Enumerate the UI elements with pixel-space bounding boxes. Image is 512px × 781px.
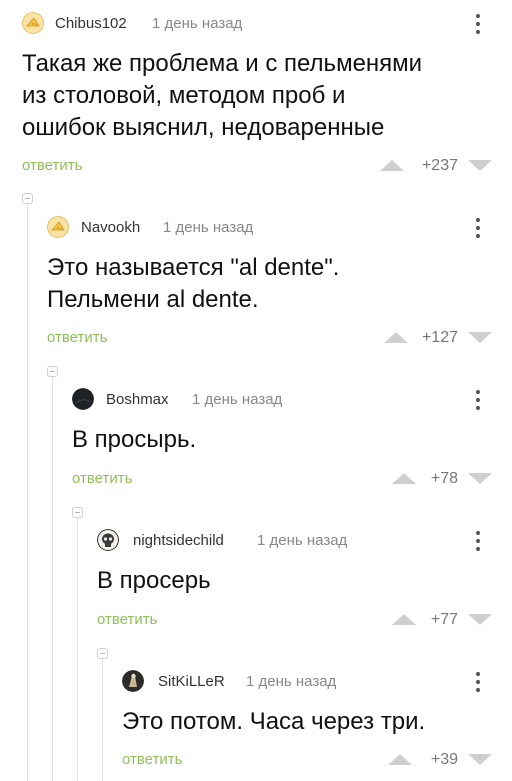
comment-author[interactable]: nightsidechild (133, 532, 224, 549)
comment-author[interactable]: SitKiLLeR (158, 673, 225, 690)
more-options-icon[interactable] (474, 13, 482, 35)
comment-text-line: Такая же проблема и с пельменями (22, 50, 423, 77)
comment-rating: +78 (430, 470, 458, 487)
reply-button[interactable]: ответить (122, 751, 182, 768)
comment-text-line: Это называется "al dente". (47, 254, 340, 281)
reply-button[interactable]: ответить (22, 157, 82, 174)
comment-text-line: из столовой, методом проб и (22, 82, 346, 109)
comment-time: 1 день назад (152, 15, 243, 32)
comment-time: 1 день назад (163, 219, 254, 236)
collapse-toggle[interactable] (97, 648, 108, 659)
more-options-icon[interactable] (474, 530, 482, 552)
collapse-toggle[interactable] (47, 366, 58, 377)
collapse-toggle[interactable] (72, 507, 83, 518)
comment-rating: +39 (430, 751, 458, 768)
comment-rating: +237 (421, 157, 458, 174)
comment-text-line: В просырь. (72, 426, 197, 453)
comment-text-line: Это потом. Часа через три. (122, 708, 426, 735)
upvote-arrow-icon[interactable] (380, 160, 404, 171)
comment-time: 1 день назад (246, 673, 337, 690)
comment-rating: +77 (430, 611, 458, 628)
comment-author[interactable]: Chibus102 (55, 15, 127, 32)
comment-rating: +127 (421, 329, 458, 346)
comment-time: 1 день назад (257, 532, 348, 549)
thread-line-level-2 (52, 376, 53, 781)
downvote-arrow-icon[interactable] (468, 332, 492, 343)
more-options-icon[interactable] (474, 671, 482, 693)
thread-line-level-1 (27, 204, 28, 781)
collapse-toggle[interactable] (22, 193, 33, 204)
comment-author[interactable]: Navookh (81, 219, 140, 236)
comment-time: 1 день назад (192, 391, 283, 408)
comment-author[interactable]: Boshmax (106, 391, 169, 408)
downvote-arrow-icon[interactable] (468, 754, 492, 765)
skull-avatar-icon[interactable] (97, 529, 119, 551)
dark-avatar-icon[interactable] (72, 388, 94, 410)
comment-text-line: Пельмени al dente. (47, 286, 259, 313)
more-options-icon[interactable] (474, 217, 482, 239)
comment-text-line: ошибок выяснил, недоваренные (22, 114, 385, 141)
more-options-icon[interactable] (474, 389, 482, 411)
thread-line-level-3 (77, 517, 78, 781)
comment-text-line: В просерь (97, 567, 211, 594)
upvote-arrow-icon[interactable] (384, 332, 408, 343)
upvote-arrow-icon[interactable] (388, 754, 412, 765)
downvote-arrow-icon[interactable] (468, 614, 492, 625)
thread-line-level-4 (102, 658, 103, 781)
downvote-arrow-icon[interactable] (468, 160, 492, 171)
cheese-avatar-icon[interactable] (22, 12, 44, 34)
downvote-arrow-icon[interactable] (468, 473, 492, 484)
reply-button[interactable]: ответить (47, 329, 107, 346)
reply-button[interactable]: ответить (72, 470, 132, 487)
cheese-avatar-icon[interactable] (47, 216, 69, 238)
figure-avatar-icon[interactable] (122, 670, 144, 692)
reply-button[interactable]: ответить (97, 611, 157, 628)
